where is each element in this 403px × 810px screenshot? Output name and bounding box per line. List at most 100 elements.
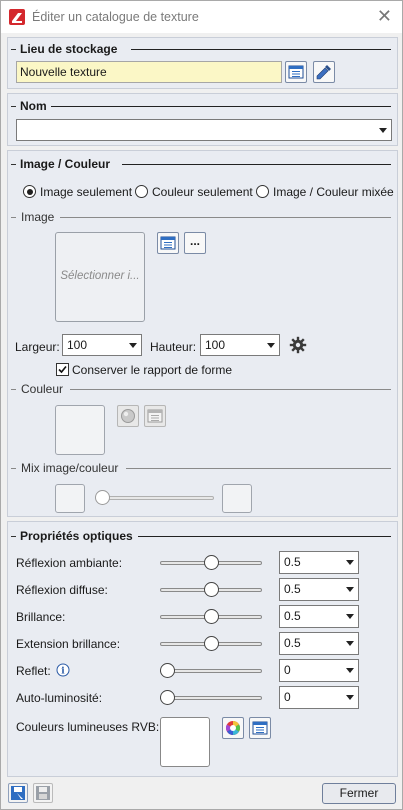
catalog-list-icon xyxy=(147,409,163,423)
self-luminosity-label: Auto-luminosité: xyxy=(16,691,103,705)
width-label: Largeur: xyxy=(15,340,60,354)
radio-image-only[interactable] xyxy=(23,185,36,198)
self-luminosity-slider[interactable] xyxy=(160,696,262,700)
brilliance-label: Brillance: xyxy=(16,610,66,624)
mix-slider-thumb[interactable] xyxy=(95,490,110,505)
gear-icon[interactable] xyxy=(289,336,307,354)
image-color-panel: Image / Couleur Image seulement Couleur … xyxy=(7,150,398,517)
name-title: Nom xyxy=(20,99,47,113)
color-wheel-icon xyxy=(226,721,240,735)
ambient-reflection-label: Réflexion ambiante: xyxy=(16,556,123,570)
brilliance-extension-label: Extension brillance: xyxy=(16,637,121,651)
color-group-label: Couleur xyxy=(21,382,64,396)
radio-color-only-label: Couleur seulement xyxy=(152,185,253,199)
chevron-down-icon xyxy=(346,587,354,592)
app-logo-icon xyxy=(9,9,25,25)
rgb-luminous-label: Couleurs lumineuses RVB: xyxy=(16,720,160,734)
optical-title: Propriétés optiques xyxy=(20,529,133,543)
mix-slider-track[interactable] xyxy=(96,496,214,500)
chevron-down-icon xyxy=(267,343,275,348)
radio-color-only[interactable] xyxy=(135,185,148,198)
reflection-label: Reflet: xyxy=(16,664,51,678)
catalog-list-icon xyxy=(252,721,268,735)
chevron-down-icon xyxy=(346,695,354,700)
color-catalog-button[interactable] xyxy=(144,405,166,427)
chevron-down-icon xyxy=(346,668,354,673)
radio-image-color-mix[interactable] xyxy=(256,185,269,198)
keep-ratio-label: Conserver le rapport de forme xyxy=(72,363,233,377)
keep-ratio-checkbox[interactable] xyxy=(56,363,69,376)
ambient-reflection-value: 0.5 xyxy=(284,555,301,569)
reflection-combo[interactable]: 0 xyxy=(279,659,359,682)
chevron-down-icon xyxy=(346,641,354,646)
mix-image-swatch xyxy=(55,484,85,513)
eyedropper-icon xyxy=(316,65,331,80)
rgb-color-box[interactable] xyxy=(160,717,210,767)
save-button[interactable] xyxy=(33,783,53,803)
storage-input[interactable]: Nouvelle texture xyxy=(16,61,282,83)
checkmark-icon xyxy=(58,365,67,374)
mix-color-swatch xyxy=(222,484,252,513)
title-bar: Éditer un catalogue de texture ✕ xyxy=(1,1,402,33)
image-group-label: Image xyxy=(21,210,55,224)
radio-image-only-label: Image seulement xyxy=(40,185,133,199)
self-luminosity-thumb[interactable] xyxy=(160,690,175,705)
save-catalog-icon xyxy=(11,786,25,800)
color-preview-box[interactable] xyxy=(55,405,105,455)
reflection-value: 0 xyxy=(284,663,291,677)
chevron-down-icon xyxy=(379,128,387,133)
close-window-icon[interactable]: ✕ xyxy=(377,6,392,26)
diffuse-reflection-value: 0.5 xyxy=(284,582,301,596)
image-catalog-button[interactable] xyxy=(157,232,179,254)
height-value: 100 xyxy=(205,338,226,352)
svg-text:i: i xyxy=(61,667,65,677)
brilliance-thumb[interactable] xyxy=(204,609,219,624)
rgb-catalog-button[interactable] xyxy=(249,717,271,739)
floppy-disk-icon xyxy=(36,786,50,800)
height-combo[interactable]: 100 xyxy=(200,334,280,356)
catalog-list-icon xyxy=(288,65,304,79)
storage-title: Lieu de stockage xyxy=(20,42,118,56)
catalog-browse-button[interactable] xyxy=(285,61,307,83)
image-color-title: Image / Couleur xyxy=(20,157,111,171)
brilliance-combo[interactable]: 0.5 xyxy=(279,605,359,628)
height-label: Hauteur: xyxy=(150,340,197,354)
brilliance-extension-combo[interactable]: 0.5 xyxy=(279,632,359,655)
image-browse-button[interactable]: ... xyxy=(184,232,206,254)
close-button[interactable]: Fermer xyxy=(322,783,396,804)
radio-image-color-mix-label: Image / Couleur mixée xyxy=(273,185,394,199)
self-luminosity-value: 0 xyxy=(284,690,291,704)
ambient-reflection-combo[interactable]: 0.5 xyxy=(279,551,359,574)
info-icon[interactable]: i xyxy=(56,663,70,677)
mix-group-label: Mix image/couleur xyxy=(21,461,119,475)
self-luminosity-combo[interactable]: 0 xyxy=(279,686,359,709)
save-to-catalog-button[interactable] xyxy=(8,783,28,803)
diffuse-reflection-label: Réflexion diffuse: xyxy=(16,583,108,597)
chevron-down-icon xyxy=(129,343,137,348)
color-sphere-icon xyxy=(121,409,135,423)
width-combo[interactable]: 100 xyxy=(62,334,142,356)
diffuse-reflection-combo[interactable]: 0.5 xyxy=(279,578,359,601)
ambient-reflection-thumb[interactable] xyxy=(204,555,219,570)
chevron-down-icon xyxy=(346,560,354,565)
image-preview-box[interactable]: Sélectionner i... xyxy=(55,232,145,322)
brilliance-extension-thumb[interactable] xyxy=(204,636,219,651)
catalog-list-icon xyxy=(160,236,176,250)
window-title: Éditer un catalogue de texture xyxy=(32,10,199,24)
chevron-down-icon xyxy=(346,614,354,619)
reflection-slider[interactable] xyxy=(160,669,262,673)
name-combo[interactable] xyxy=(16,119,392,141)
diffuse-reflection-thumb[interactable] xyxy=(204,582,219,597)
reflection-thumb[interactable] xyxy=(160,663,175,678)
brilliance-extension-value: 0.5 xyxy=(284,636,301,650)
name-panel: Nom xyxy=(7,93,398,146)
rgb-color-wheel-button[interactable] xyxy=(222,717,244,739)
storage-panel: Lieu de stockage Nouvelle texture xyxy=(7,37,398,89)
brilliance-value: 0.5 xyxy=(284,609,301,623)
color-wheel-button[interactable] xyxy=(117,405,139,427)
image-placeholder: Sélectionner i... xyxy=(60,270,140,282)
texture-catalog-dialog: Éditer un catalogue de texture ✕ Lieu de… xyxy=(0,0,403,810)
optical-properties-panel: Propriétés optiques Réflexion ambiante: … xyxy=(7,521,398,777)
pick-texture-button[interactable] xyxy=(313,61,335,83)
width-value: 100 xyxy=(67,338,88,352)
